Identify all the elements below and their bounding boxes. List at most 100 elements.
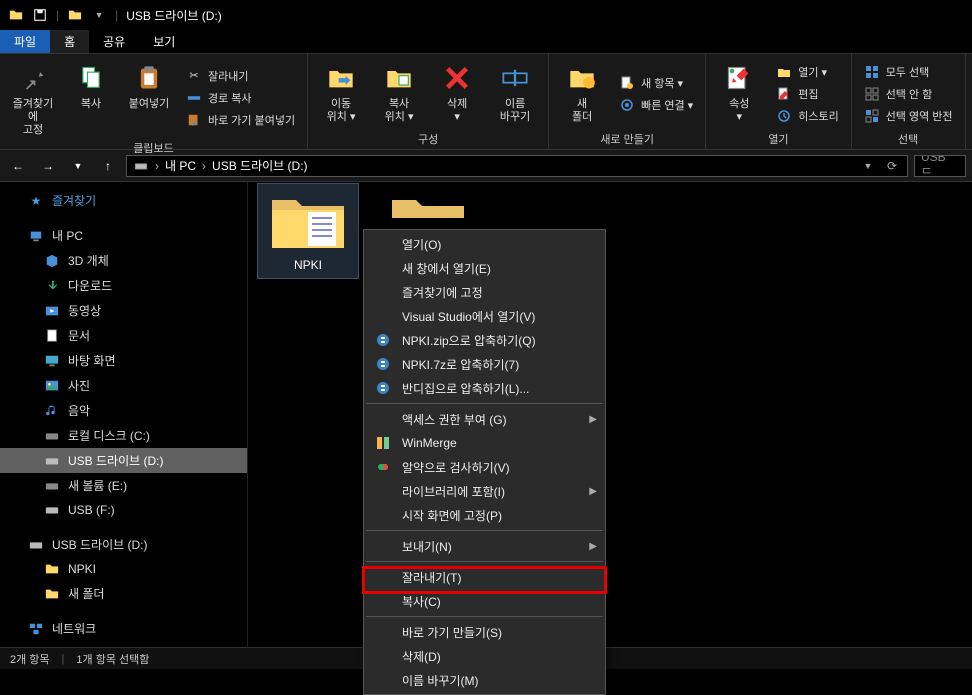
copy-to-button[interactable]: 복사 위치 ▾ [374,58,424,129]
sidebar-item-localdisk[interactable]: 로컬 디스크 (C:) [0,423,247,448]
new-item-button[interactable]: 새 항목 ▾ [615,73,697,93]
folder-icon [44,561,60,577]
disk-icon [44,478,60,494]
titlebar: | ▼ | USB 드라이브 (D:) [0,0,972,30]
chevron-right-icon[interactable]: › [202,159,206,173]
history-button[interactable]: 히스토리 [772,106,842,126]
cm-vs[interactable]: Visual Studio에서 열기(V) [364,304,605,328]
paste-shortcut-button[interactable]: 바로 가기 붙여넣기 [182,110,299,130]
network-icon [28,621,44,637]
easyaccess-icon [619,97,635,113]
copy-button[interactable]: 복사 [66,58,116,138]
sidebar-item-videos[interactable]: 동영상 [0,298,247,323]
sidebar-item-usbf[interactable]: USB (F:) [0,498,247,522]
ribbon-group-open: 속성 ▾ 열기 ▾ 편집 히스토리 열기 [706,54,851,149]
paste-button[interactable]: 붙여넣기 [124,58,174,138]
cm-7z[interactable]: NPKI.7z로 압축하기(7) [364,352,605,376]
folder-icon [44,586,60,602]
cm-sendto[interactable]: 보내기(N)▶ [364,534,605,558]
cm-rename[interactable]: 이름 바꾸기(M) [364,668,605,692]
sidebar-item-quickaccess[interactable]: ★즐겨찾기 [0,188,247,213]
paste-icon [133,62,165,94]
open-button[interactable]: 열기 ▾ [772,62,842,82]
delete-button[interactable]: 삭제 ▾ [432,58,482,129]
up-button[interactable]: ↑ [96,154,120,178]
copy-path-button[interactable]: 경로 복사 [182,88,299,108]
breadcrumb-pc[interactable]: 내 PC [165,157,196,174]
zip-icon [374,379,392,397]
address-box[interactable]: › 내 PC › USB 드라이브 (D:) ▼ ⟳ [126,155,908,177]
sidebar-item-documents[interactable]: 문서 [0,323,247,348]
navigation-tree[interactable]: ★즐겨찾기 내 PC 3D 개체 다운로드 동영상 문서 바탕 화면 사진 음악… [0,182,248,647]
cut-button[interactable]: ✂잘라내기 [182,66,299,86]
cm-access[interactable]: 액세스 권한 부여 (G)▶ [364,407,605,431]
cm-delete[interactable]: 삭제(D) [364,644,605,668]
sidebar-item-desktop[interactable]: 바탕 화면 [0,348,247,373]
forward-button[interactable]: → [36,154,60,178]
refresh-button[interactable]: ⟳ [883,159,901,173]
cm-copy[interactable]: 복사(C) [364,589,605,613]
copyto-icon [383,62,415,94]
document-icon [44,328,60,344]
cm-winmerge[interactable]: WinMerge [364,431,605,455]
desktop-icon [44,353,60,369]
pin-quickaccess-button[interactable]: 즐겨찾기에 고정 [8,58,58,138]
chevron-right-icon[interactable]: › [155,159,159,173]
sidebar-item-thispc[interactable]: 내 PC [0,223,247,248]
invert-icon [864,108,880,124]
divider: | [56,8,59,22]
dropdown-button[interactable]: ▼ [859,161,877,171]
breadcrumb-drive[interactable]: USB 드라이브 (D:) [212,157,308,174]
chevron-right-icon: ▶ [589,414,597,425]
tab-home[interactable]: 홈 [50,30,89,53]
invert-selection-button[interactable]: 선택 영역 반전 [860,106,957,126]
status-selected: 1개 항목 선택함 [76,651,149,667]
file-pane[interactable]: NPKI [248,182,972,647]
cm-pinstart[interactable]: 시작 화면에 고정(P) [364,503,605,527]
save-icon[interactable] [32,7,48,23]
sidebar-item-newfolder[interactable]: 새 폴더 [0,581,247,606]
cm-open-new[interactable]: 새 창에서 열기(E) [364,256,605,280]
move-to-button[interactable]: 이동 위치 ▾ [316,58,366,129]
cm-pin[interactable]: 즐겨찾기에 고정 [364,280,605,304]
search-input[interactable]: USB 드 [914,155,966,177]
tab-view[interactable]: 보기 [139,30,189,53]
cm-open[interactable]: 열기(O) [364,232,605,256]
folder-item-npki[interactable]: NPKI [258,184,358,278]
sidebar-item-usbd[interactable]: USB 드라이브 (D:) [0,448,247,473]
cm-library[interactable]: 라이브러리에 포함(I)▶ [364,479,605,503]
sidebar-item-newvol[interactable]: 새 볼륨 (E:) [0,473,247,498]
sidebar-item-pictures[interactable]: 사진 [0,373,247,398]
path-icon [186,90,202,106]
recent-button[interactable]: ▼ [66,154,90,178]
cm-bandizip[interactable]: 반디집으로 압축하기(L)... [364,376,605,400]
select-all-button[interactable]: 모두 선택 [860,62,957,82]
chevron-down-icon[interactable]: ▼ [91,7,107,23]
shortcut-icon [186,112,202,128]
cm-shortcut[interactable]: 바로 가기 만들기(S) [364,620,605,644]
cm-cut[interactable]: 잘라내기(T) [364,565,605,589]
properties-button[interactable]: 속성 ▾ [714,58,764,129]
rename-icon [499,62,531,94]
sidebar-item-3d[interactable]: 3D 개체 [0,248,247,273]
tab-share[interactable]: 공유 [89,30,139,53]
easy-access-button[interactable]: 빠른 연결 ▾ [615,95,697,115]
sidebar-item-network[interactable]: 네트워크 [0,616,247,641]
edit-button[interactable]: 편집 [772,84,842,104]
rename-button[interactable]: 이름 바꾸기 [490,58,540,129]
window-title: USB 드라이브 (D:) [126,7,222,24]
history-icon [776,108,792,124]
cm-alyac[interactable]: 알약으로 검사하기(V) [364,455,605,479]
sidebar-item-music[interactable]: 음악 [0,398,247,423]
music-icon [44,403,60,419]
new-folder-button[interactable]: 새 폴더 [557,58,607,129]
sidebar-item-npki[interactable]: NPKI [0,557,247,581]
sidebar-item-downloads[interactable]: 다운로드 [0,273,247,298]
ribbon-group-clipboard: 즐겨찾기에 고정 복사 붙여넣기 ✂잘라내기 경로 복사 바로 가기 붙여넣기 … [0,54,308,149]
select-none-button[interactable]: 선택 안 함 [860,84,957,104]
tab-file[interactable]: 파일 [0,30,50,53]
cm-zip[interactable]: NPKI.zip으로 압축하기(Q) [364,328,605,352]
sidebar-item-usbd2[interactable]: USB 드라이브 (D:) [0,532,247,557]
edit-icon [776,86,792,102]
back-button[interactable]: ← [6,154,30,178]
